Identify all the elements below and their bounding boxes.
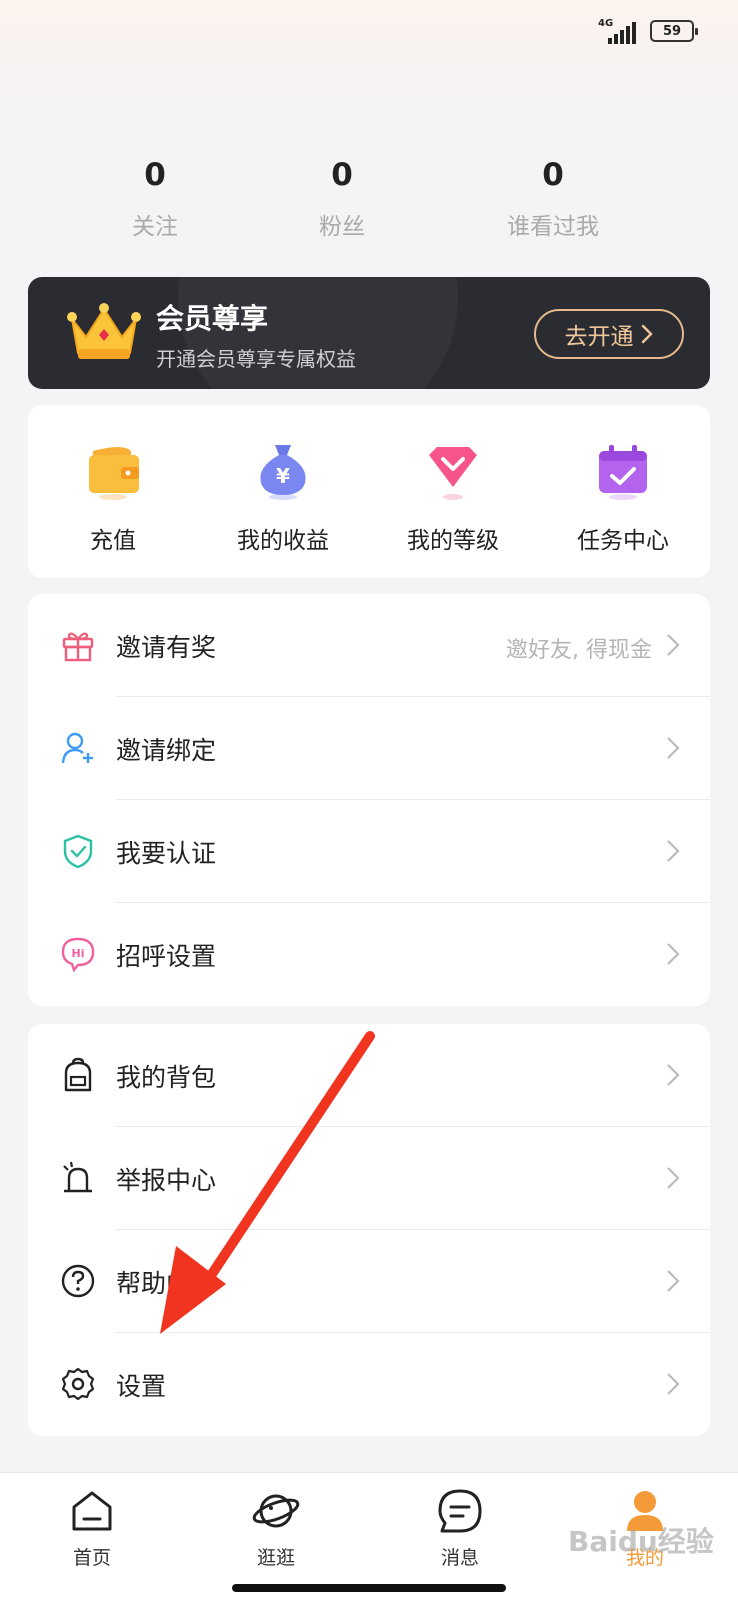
planet-icon (252, 1494, 300, 1528)
calendar-check-icon (599, 445, 647, 500)
vip-banner[interactable]: 会员尊享 开通会员尊享专属权益 去开通 (28, 277, 710, 389)
stat-fans[interactable]: 0 粉丝 (252, 160, 432, 241)
menu-item-greeting[interactable]: Hi 招呼设置 (28, 903, 710, 1006)
menu-card-invite: 邀请有奖 邀好友, 得现金 邀请绑定 我要认证 Hi 招呼设置 (28, 594, 710, 1006)
diamond-icon (429, 447, 477, 500)
quick-label: 我的等级 (407, 528, 499, 554)
tab-label: 消息 (440, 1547, 479, 1569)
tab-home[interactable]: 首页 (32, 1487, 152, 1570)
tab-explore[interactable]: 逛逛 (216, 1487, 336, 1570)
tab-label: 逛逛 (256, 1547, 295, 1569)
chevron-right-icon (667, 840, 680, 862)
open-vip-label: 去开通 (564, 324, 634, 350)
crown-icon (67, 303, 141, 359)
menu-item-label: 招呼设置 (116, 942, 217, 971)
gift-icon (62, 632, 94, 662)
menu-item-label: 帮助中心 (116, 1269, 217, 1298)
stat-value: 0 (542, 157, 564, 193)
chevron-right-icon (667, 943, 680, 965)
menu-item-invite-reward[interactable]: 邀请有奖 邀好友, 得现金 (28, 594, 710, 697)
quick-earnings[interactable]: ¥ 我的收益 (198, 405, 368, 578)
menu-card-general: 我的背包 举报中心 帮助中心 设置 (28, 1024, 710, 1436)
vip-subtitle: 开通会员尊享专属权益 (156, 347, 356, 371)
add-user-icon (61, 732, 93, 764)
vip-title: 会员尊享 (156, 302, 269, 335)
stat-label: 关注 (132, 214, 178, 240)
menu-item-label: 设置 (116, 1372, 167, 1401)
network-indicator: 4G (594, 18, 640, 44)
menu-item-hint: 邀好友, 得现金 (506, 638, 652, 663)
menu-item-help[interactable]: 帮助中心 (28, 1230, 710, 1333)
stat-label: 谁看过我 (507, 214, 599, 240)
menu-item-label: 邀请有奖 (116, 633, 217, 662)
stat-following[interactable]: 0 关注 (65, 160, 245, 241)
quick-tasks[interactable]: 任务中心 (538, 405, 708, 578)
backpack-icon (64, 1057, 92, 1092)
menu-item-label: 我的背包 (116, 1063, 217, 1092)
home-icon (72, 1491, 112, 1531)
chevron-right-icon (667, 634, 680, 656)
menu-item-report[interactable]: 举报中心 (28, 1127, 710, 1230)
battery-level: 59 (662, 23, 682, 39)
menu-item-label: 举报中心 (116, 1166, 217, 1195)
stat-visitors[interactable]: 0 谁看过我 (463, 160, 643, 241)
status-bar: 4G 59 (594, 18, 698, 44)
gear-icon (61, 1367, 95, 1401)
tab-label: 首页 (72, 1547, 111, 1569)
hi-bubble-icon: Hi (61, 937, 95, 972)
chevron-right-icon (667, 737, 680, 759)
menu-item-label: 邀请绑定 (116, 736, 217, 765)
chevron-right-icon (667, 1167, 680, 1189)
menu-item-settings[interactable]: 设置 (28, 1333, 710, 1436)
menu-item-backpack[interactable]: 我的背包 (28, 1024, 710, 1127)
quick-label: 任务中心 (577, 528, 669, 554)
signal-icon (608, 22, 636, 44)
stat-value: 0 (331, 157, 353, 193)
quick-label: 我的收益 (237, 528, 329, 554)
menu-item-invite-bind[interactable]: 邀请绑定 (28, 697, 710, 800)
watermark: Baidu经验 (568, 1525, 714, 1558)
home-indicator (232, 1584, 506, 1592)
chevron-right-icon (641, 324, 653, 344)
stat-value: 0 (144, 157, 166, 193)
money-bag-icon: ¥ (260, 445, 306, 500)
quick-recharge[interactable]: 充值 (28, 405, 198, 578)
quick-label: 充值 (90, 528, 136, 554)
svg-text:Hi: Hi (72, 947, 85, 960)
battery-icon: 59 (650, 20, 698, 42)
shield-check-icon (63, 834, 93, 869)
alarm-icon (63, 1161, 92, 1193)
message-icon (438, 1489, 482, 1533)
chevron-right-icon (667, 1064, 680, 1086)
profile-stats: 0 关注 0 粉丝 0 谁看过我 (0, 160, 738, 250)
chevron-right-icon (667, 1373, 680, 1395)
quick-actions: 充值 ¥ 我的收益 我的等级 任务中心 (28, 405, 710, 578)
wallet-icon (89, 447, 139, 500)
tab-messages[interactable]: 消息 (400, 1487, 520, 1570)
stat-label: 粉丝 (319, 214, 365, 240)
help-icon (61, 1264, 95, 1298)
chevron-right-icon (667, 1270, 680, 1292)
menu-item-label: 我要认证 (116, 839, 217, 868)
quick-level[interactable]: 我的等级 (368, 405, 538, 578)
svg-text:¥: ¥ (276, 464, 290, 488)
menu-item-verify[interactable]: 我要认证 (28, 800, 710, 903)
open-vip-button[interactable]: 去开通 (534, 309, 684, 359)
